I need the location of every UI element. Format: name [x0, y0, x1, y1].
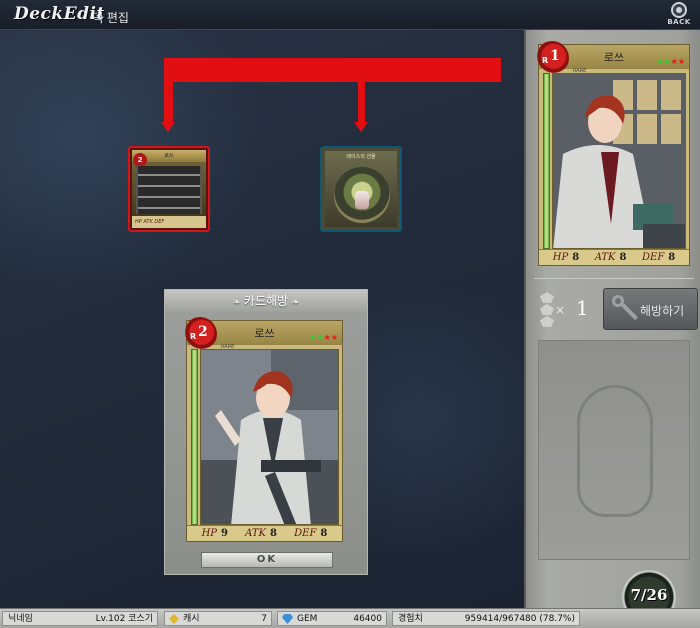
rank-number: 1 [550, 48, 560, 64]
release-button[interactable]: 해방하기 [603, 288, 698, 330]
nickname-label: 닉네임 [8, 614, 33, 624]
rank-badge: R 2 [183, 317, 217, 351]
selected-card[interactable]: 로쓰 ★★★★ R 1 RARE HP 8 ATK 8 DEF 8 [535, 41, 690, 266]
material-card-slot[interactable]: 로쓰 2 HP ATK DEF [128, 146, 210, 232]
level-emblem-text: 7/26 [630, 586, 668, 604]
empty-card-slot [538, 340, 690, 560]
card-release-title: 카드해방 [243, 294, 289, 308]
back-label: BACK [667, 18, 691, 26]
key-icon [612, 295, 642, 325]
evolution-material-icon [540, 292, 554, 328]
ok-button[interactable]: OK [201, 552, 333, 568]
nickname-field: 닉네임 Lv.102 코스기 [2, 611, 158, 626]
material-card-stats: HP ATK DEF [132, 216, 206, 228]
chains-overlay [136, 166, 202, 214]
character-portrait [201, 350, 338, 524]
card-stats: HP 8 ATK 8 DEF 8 [539, 249, 689, 265]
def-stat: DEF 8 [294, 528, 328, 539]
card-release-title-bar: ❧ 카드해방 ❧ [165, 290, 367, 312]
hp-gauge [191, 349, 198, 525]
connector-line-left [164, 58, 173, 123]
gem-field: GEM 46400 [277, 611, 387, 626]
cash-value: 7 [261, 614, 267, 624]
atk-stat: ATK 8 [245, 528, 277, 539]
item-card-slot[interactable]: 레이스의 선물 [320, 146, 402, 232]
connector-line-top [164, 58, 501, 82]
def-stat: DEF 8 [642, 252, 676, 263]
rarity-stars: ★★★★ [656, 57, 685, 66]
card-stats: HP 9 ATK 8 DEF 8 [187, 525, 342, 541]
cash-icon [169, 614, 179, 624]
header-bar: DeckEdit 덱 편집 BACK [0, 0, 700, 30]
hp-stat: HP 8 [552, 252, 580, 263]
back-icon [671, 2, 687, 18]
rank-badge: R 1 [535, 41, 569, 75]
hp-gauge [543, 73, 550, 249]
right-panel: 로쓰 ★★★★ R 1 RARE HP 8 ATK 8 DEF 8 × 1 해방… [524, 30, 700, 608]
connector-line-middle [358, 76, 365, 123]
material-card: 로쓰 2 HP ATK DEF [132, 150, 206, 228]
atk-stat: ATK 8 [594, 252, 627, 263]
nickname-value: Lv.102 코스기 [95, 614, 153, 624]
character-art [552, 73, 686, 249]
rank-letter: R [542, 56, 549, 65]
material-card-rank: 2 [133, 153, 147, 167]
exp-label: 경험치 [398, 614, 423, 624]
hp-stat: HP 9 [201, 528, 228, 539]
release-target-card[interactable]: 로쓰 ★★★★ R 2 RARE HP 9 ATK 8 DEF 8 [183, 317, 343, 542]
rank-letter: R [190, 332, 197, 341]
title-flourish-left-icon: ❧ [232, 297, 244, 308]
skull-silhouette-icon [577, 385, 653, 517]
potion-icon [355, 191, 369, 209]
exp-field: 경험치 959414/967480 (78.7%) [392, 611, 580, 626]
cash-field: 캐시 7 [164, 611, 272, 626]
material-multiplier: × [555, 303, 566, 317]
gem-label: GEM [297, 614, 318, 624]
connector-arrow-middle [354, 122, 368, 132]
status-bar: 닉네임 Lv.102 코스기 캐시 7 GEM 46400 경험치 959414… [0, 608, 700, 628]
character-portrait [553, 74, 685, 248]
character-art [200, 349, 339, 525]
exp-value: 959414/967480 (78.7%) [464, 614, 575, 624]
gem-icon [282, 614, 293, 624]
page-title: 덱 편집 [92, 11, 129, 25]
gem-value: 46400 [353, 614, 382, 624]
connector-arrow-left [161, 122, 175, 132]
item-card-name: 레이스의 선물 [346, 154, 376, 160]
rarity-stars: ★★★★ [309, 333, 338, 342]
cash-label: 캐시 [183, 614, 200, 624]
material-count: 1 [576, 296, 589, 320]
back-button[interactable]: BACK [664, 2, 694, 28]
title-flourish-right-icon: ❧ [288, 297, 300, 308]
release-button-label: 해방하기 [640, 304, 685, 318]
item-card: 레이스의 선물 [325, 151, 397, 227]
divider [534, 278, 694, 279]
rank-number: 2 [198, 324, 208, 340]
